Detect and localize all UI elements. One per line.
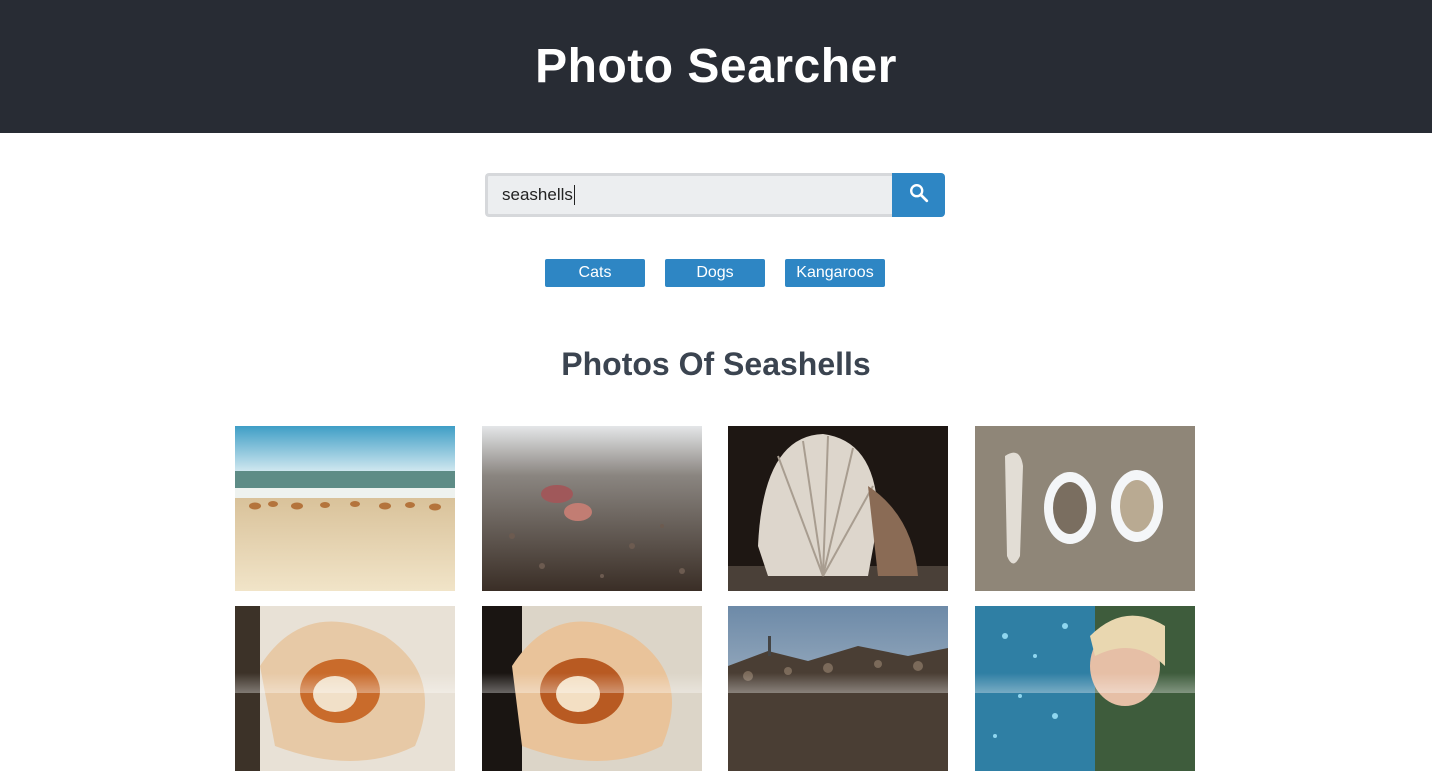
photo-item[interactable] xyxy=(728,426,948,591)
text-caret xyxy=(574,185,575,205)
photo-item[interactable] xyxy=(482,606,702,771)
photo-item[interactable] xyxy=(975,606,1195,771)
photo-image xyxy=(975,426,1195,591)
search-input-value: seashells xyxy=(502,185,573,205)
photo-image xyxy=(728,606,948,771)
search-button[interactable] xyxy=(892,173,945,217)
photo-image xyxy=(482,606,702,771)
photo-grid xyxy=(235,426,1195,771)
app-title: Photo Searcher xyxy=(535,39,897,94)
tag-cats-button[interactable]: Cats xyxy=(545,259,645,287)
photo-image xyxy=(728,426,948,591)
search-input[interactable]: seashells xyxy=(485,173,892,217)
photo-item[interactable] xyxy=(975,426,1195,591)
photo-image xyxy=(975,606,1195,771)
app-header: Photo Searcher xyxy=(0,0,1432,133)
photo-item[interactable] xyxy=(728,606,948,771)
photo-image xyxy=(482,426,702,591)
tag-kangaroos-button[interactable]: Kangaroos xyxy=(785,259,885,287)
results-title: Photos Of Seashells xyxy=(0,346,1432,383)
photo-item[interactable] xyxy=(235,606,455,771)
search-icon xyxy=(908,182,930,209)
photo-item[interactable] xyxy=(235,426,455,591)
photo-image xyxy=(235,606,455,771)
quick-tags: Cats Dogs Kangaroos xyxy=(545,259,885,287)
search-bar: seashells xyxy=(485,173,945,217)
photo-item[interactable] xyxy=(482,426,702,591)
photo-image xyxy=(235,426,455,591)
tag-dogs-button[interactable]: Dogs xyxy=(665,259,765,287)
